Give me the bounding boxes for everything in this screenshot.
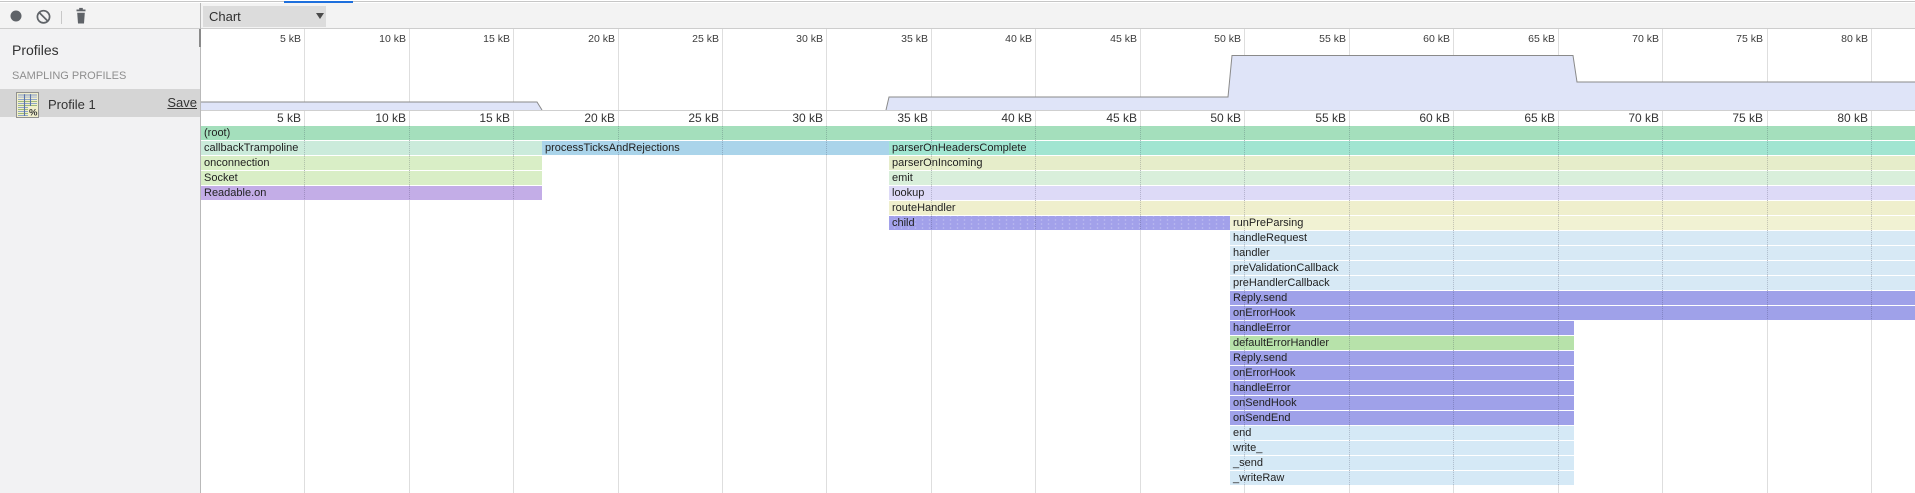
svg-text:%: % [29,108,38,119]
